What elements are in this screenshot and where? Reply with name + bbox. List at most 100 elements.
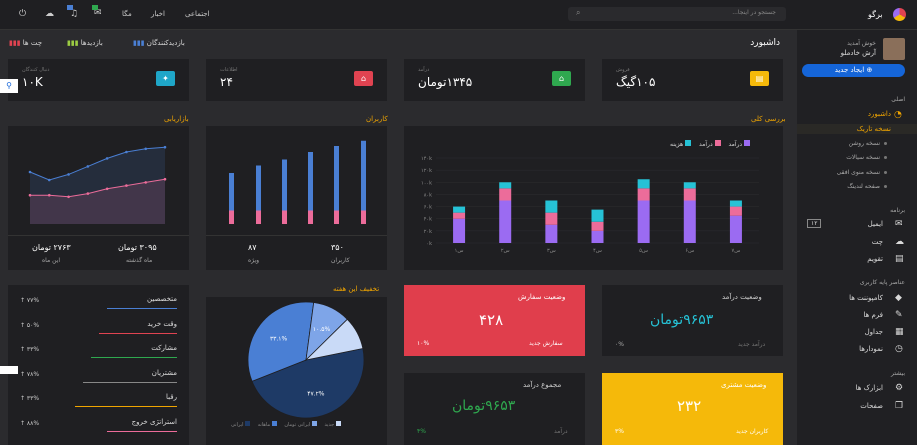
sidebar-item-fluid[interactable]: نسخه سیالات — [846, 154, 887, 161]
sidebar-item-tools[interactable]: ابزارک ها — [856, 384, 883, 392]
sidebar-user[interactable]: آرش خادملو — [841, 49, 876, 57]
section-base: عناصر پایه کاربری — [859, 279, 905, 286]
data-point — [163, 177, 167, 181]
order-status-title: وضعیت سفارش — [518, 293, 566, 301]
sidebar-item-tables[interactable]: جداول — [865, 328, 883, 336]
users-value-1: ۳۵۰ — [331, 243, 344, 252]
bar-base — [256, 210, 261, 224]
stat-card-sales: ▤ فروش ۱۰۵گیگ — [602, 59, 783, 101]
tab-visitors-label: بازدیدکنندگان — [146, 39, 185, 47]
sidebar-item-charts[interactable]: نمودارها — [859, 345, 883, 353]
legend-item: جدید — [324, 421, 341, 428]
users-title: کاربران — [366, 115, 388, 123]
marketing-divider — [8, 235, 189, 236]
overview-legend: درآمد درآمد هزینه — [670, 140, 750, 148]
order-status-value: ۴۲۸ — [479, 311, 504, 329]
tab-chats-label: چت ها — [22, 39, 43, 47]
marketing-chart — [28, 145, 167, 224]
avatar[interactable] — [883, 38, 905, 60]
gift-badge — [92, 5, 98, 10]
data-point — [144, 147, 148, 151]
marketing-value-1: ۳۰۹۵ تومان — [118, 243, 157, 252]
tab-visits[interactable]: ▮▮▮ بازدیدها — [67, 39, 103, 47]
bar-top — [256, 165, 261, 211]
x-tick-label: س۴ — [593, 248, 602, 254]
skill-percent: ↑ ۷۸% — [20, 370, 40, 378]
skill-underline — [99, 332, 177, 334]
legend-item: ماهانه — [258, 421, 277, 428]
side-handle[interactable] — [0, 366, 18, 374]
brand-name[interactable]: برگو — [868, 10, 883, 19]
bar-segment — [637, 188, 650, 201]
search-input[interactable]: جستجو در اینجا... — [732, 9, 776, 16]
sidebar-item-horizontal[interactable]: نسخه منوی افقی — [837, 169, 887, 176]
bar-segment — [729, 206, 742, 216]
sidebar-item-pages[interactable]: صفحات — [860, 402, 883, 410]
slice-label: ۱۰.۵% — [313, 326, 331, 333]
income-status-pct: ۰% — [615, 341, 624, 348]
sidebar-item-dashboard[interactable]: داشبورد — [868, 110, 891, 118]
x-tick-label: س۷ — [732, 248, 741, 254]
stat-label: فروش — [616, 67, 630, 73]
sidebar-greeting: خوش آمدید — [847, 40, 876, 47]
bar-segment — [499, 188, 512, 201]
data-point — [105, 157, 109, 160]
search-box[interactable]: ⌕ جستجو در اینجا... — [568, 7, 786, 21]
marketing-value-2: ۲۷۶۳ تومان — [32, 243, 71, 252]
power-icon[interactable]: ⏻ — [19, 9, 26, 19]
sidebar-item-forms[interactable]: فرم ها — [863, 311, 883, 319]
bar-segment — [545, 200, 558, 213]
charts-icon: ◷ — [895, 344, 903, 354]
chat-bubble-icon[interactable]: ☁ — [45, 9, 54, 19]
nav-link-social[interactable]: اجتماعی — [185, 10, 210, 18]
bars-icon: ▮▮▮ — [9, 39, 22, 47]
skill-row: مشتریان ↑ ۷۸% — [8, 369, 189, 389]
sidebar-item-calendar[interactable]: تقویم — [867, 255, 883, 263]
users-divider — [206, 235, 387, 236]
bar-top — [308, 152, 313, 211]
income-total-card: مجموع درآمد ۹۶۵۳تومان درآمد ۴% — [404, 373, 585, 445]
data-point — [163, 145, 167, 149]
sidebar: خوش آمدید آرش خادملو ⊕ ایجاد جدید اصلی ◔… — [797, 30, 917, 445]
skill-row: مشارکت ↑ ۳۳% — [8, 344, 189, 364]
customer-status-card: وضعیت مشتری ۲۳۲ کاربران جدید ۳% — [602, 373, 783, 445]
skill-label: متخصصین — [147, 295, 177, 303]
sidebar-item-components[interactable]: کامپوننت ها — [849, 294, 883, 302]
bar-segment — [499, 200, 512, 243]
bar-segment — [453, 218, 466, 243]
bell-icon[interactable]: ♫ — [70, 9, 78, 19]
sidebar-item-email[interactable]: ایمیل — [868, 220, 883, 228]
users-chart — [229, 140, 366, 224]
sidebar-item-chat[interactable]: چت — [872, 238, 883, 246]
skill-underline — [75, 406, 177, 407]
users-label-1: کاربران — [331, 257, 350, 264]
y-tick-label: ۱۲۰k — [421, 168, 432, 174]
customer-status-foot: کاربران جدید — [736, 428, 769, 435]
skill-row: وقت خرید ↑ ۵۰% — [8, 320, 189, 340]
income-total-pct: ۴% — [417, 428, 426, 435]
nav-link-mega[interactable]: مگا — [122, 10, 132, 18]
bar-base — [282, 210, 287, 224]
skill-underline — [91, 357, 177, 358]
customer-status-pct: ۳% — [615, 428, 624, 435]
stat-value: ۱۰۵گیگ — [616, 75, 656, 89]
home-icon: ⌂ — [354, 71, 373, 86]
skill-underline — [107, 430, 177, 432]
search-icon: ⌕ — [576, 8, 581, 17]
sidebar-item-landing[interactable]: صفحه لندینگ — [847, 183, 887, 190]
skill-row: رقبا ↑ ۳۳% — [8, 393, 189, 413]
y-tick-label: ۴۰k — [424, 217, 432, 223]
x-tick-label: س۶ — [685, 248, 694, 254]
income-status-card: وضعیت درآمد ۹۶۵۳تومان درآمد جدید ۰% — [602, 285, 783, 356]
create-new-button[interactable]: ⊕ ایجاد جدید — [802, 64, 905, 77]
nav-link-news[interactable]: اخبار — [151, 10, 165, 18]
tab-visitors[interactable]: ▮▮▮ بازدیدکنندگان — [133, 39, 185, 47]
email-icon: ✉ — [895, 219, 903, 229]
tab-chats[interactable]: ▮▮▮ چت ها — [9, 39, 42, 47]
bars-icon: ▮▮▮ — [67, 39, 80, 47]
twitter-icon: ✦ — [156, 71, 175, 86]
sidebar-item-dark-version[interactable]: نسخه تاریک — [857, 125, 891, 133]
topbar: برگو ⌕ جستجو در اینجا... اجتماعی اخبار م… — [0, 0, 917, 30]
settings-toggle-button[interactable]: ⚲ — [0, 79, 18, 93]
sidebar-item-light[interactable]: نسخه روشن — [849, 140, 887, 147]
